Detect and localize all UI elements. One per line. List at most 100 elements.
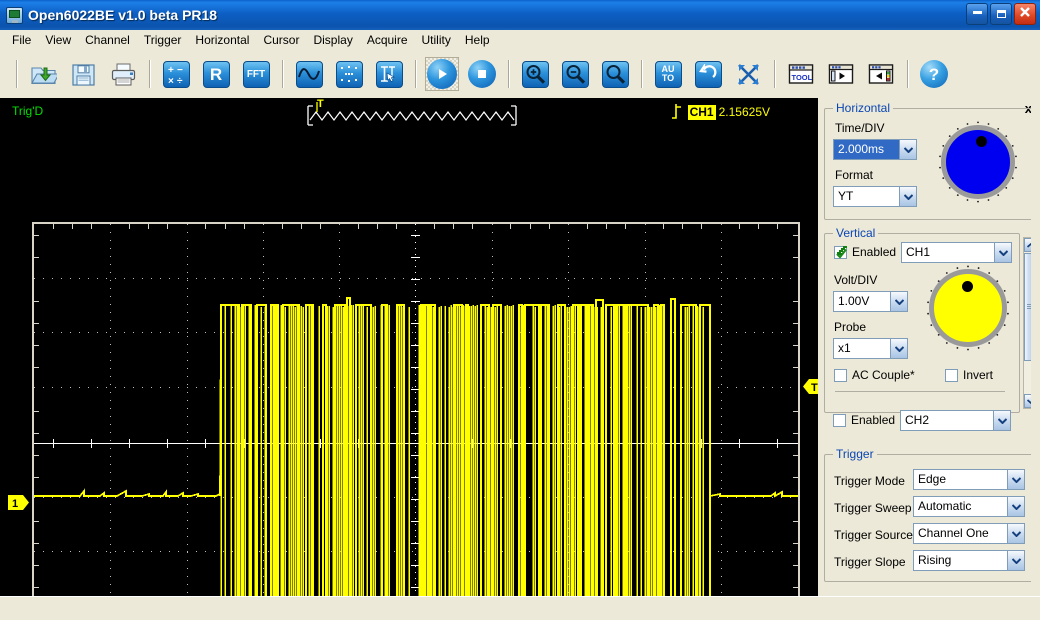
menu-item-channel[interactable]: Channel	[78, 31, 137, 49]
waveform-overview[interactable]: T	[300, 99, 530, 126]
grid-frame-right	[798, 224, 800, 620]
channel-1-ground-marker[interactable]: 1	[8, 494, 30, 511]
panel-right-edge	[1031, 98, 1040, 596]
scope-top-status: Trig'D T CH1 2.15625V	[0, 98, 818, 128]
vertical-group: Vertical Enabled CH1 Volt/DIV 1.00V Prob…	[824, 226, 1020, 413]
horizontal-group: Horizontal Time/DIV 2.000ms Format YT	[824, 101, 1034, 220]
toolbar-separator	[641, 60, 642, 88]
scope-display[interactable]: Trig'D T CH1 2.15625V 1 T	[0, 98, 824, 620]
zoom-reset-icon	[601, 60, 629, 88]
menu-item-horizontal[interactable]: Horizontal	[188, 31, 256, 49]
oscilloscope-app-icon	[6, 6, 23, 24]
help-button[interactable]: ?	[917, 57, 951, 91]
channel-tag[interactable]: CH1	[687, 104, 716, 120]
probe-label: Probe	[834, 320, 867, 334]
dots-display-button[interactable]	[332, 57, 366, 91]
chevron-down-icon[interactable]	[1007, 470, 1024, 489]
svg-text:−: −	[177, 65, 183, 76]
chevron-down-icon[interactable]	[899, 187, 916, 206]
time-div-combo[interactable]: 2.000ms	[833, 139, 917, 160]
invert-checkbox[interactable]	[945, 368, 958, 382]
menu-item-acquire[interactable]: Acquire	[360, 31, 415, 49]
undo-button[interactable]	[691, 57, 725, 91]
menu-item-cursor[interactable]: Cursor	[256, 31, 306, 49]
stop-icon	[468, 60, 496, 88]
chevron-down-icon[interactable]	[899, 140, 916, 159]
volt-div-combo[interactable]: 1.00V	[833, 291, 908, 312]
panel-right-button[interactable]	[864, 57, 898, 91]
ch2-select-combo[interactable]: CH2	[900, 410, 1011, 431]
volt-div-knob[interactable]	[927, 265, 1009, 351]
ch1-waveform-trace	[34, 297, 798, 620]
trigger-sweep-combo[interactable]: Automatic	[913, 496, 1025, 517]
menu-item-utility[interactable]: Utility	[415, 31, 458, 49]
menu-item-trigger[interactable]: Trigger	[137, 31, 189, 49]
save-file-button[interactable]	[66, 57, 100, 91]
time-div-knob[interactable]	[939, 121, 1017, 203]
menu-item-help[interactable]: Help	[458, 31, 497, 49]
minimize-button[interactable]	[966, 3, 988, 25]
probe-combo[interactable]: x1	[833, 338, 908, 359]
autoset-button[interactable]: AU TO	[651, 57, 685, 91]
ch1-enabled-row[interactable]: Enabled	[834, 245, 896, 259]
chevron-down-icon[interactable]	[1007, 497, 1024, 516]
reference-icon: R	[202, 60, 230, 88]
ch1-enabled-checkbox[interactable]	[834, 245, 847, 259]
ac-couple-row[interactable]: AC Couple*	[834, 368, 915, 382]
cursor-measure-button[interactable]	[372, 57, 406, 91]
chevron-down-icon[interactable]	[994, 243, 1011, 262]
svg-text:T: T	[811, 382, 818, 394]
trigger-mode-label: Trigger Mode	[834, 474, 905, 488]
zoom-in-button[interactable]	[518, 57, 552, 91]
invert-row[interactable]: Invert	[945, 368, 993, 382]
time-div-value: 2.000ms	[834, 140, 899, 159]
trigger-mode-combo[interactable]: Edge	[913, 469, 1025, 490]
trigger-slope-combo[interactable]: Rising	[913, 550, 1025, 571]
toolbar-separator	[282, 60, 283, 88]
reference-button[interactable]: R	[199, 57, 233, 91]
waveform-icon	[295, 60, 323, 88]
ch2-enabled-row[interactable]: Enabled	[833, 413, 895, 427]
restore-button[interactable]	[990, 3, 1012, 25]
chevron-down-icon[interactable]	[993, 411, 1010, 430]
waveform-grid[interactable]	[34, 224, 798, 620]
chevron-down-icon[interactable]	[890, 292, 907, 311]
print-button[interactable]	[106, 57, 140, 91]
menu-item-display[interactable]: Display	[306, 31, 359, 49]
fft-button[interactable]: FFT	[239, 57, 273, 91]
zoom-reset-button[interactable]	[598, 57, 632, 91]
window-title: Open6022BE v1.0 beta PR18	[28, 7, 218, 23]
open-file-icon	[30, 61, 57, 88]
volt-div-label: Volt/DIV	[834, 273, 878, 287]
trigger-source-combo[interactable]: Channel One	[913, 523, 1025, 544]
svg-text:+: +	[168, 65, 174, 76]
format-combo[interactable]: YT	[833, 186, 917, 207]
close-button[interactable]	[1014, 3, 1036, 25]
open-file-button[interactable]	[26, 57, 60, 91]
menu-item-view[interactable]: View	[38, 31, 78, 49]
ac-couple-checkbox[interactable]	[834, 368, 847, 382]
stop-button[interactable]	[465, 57, 499, 91]
expand-button[interactable]	[731, 57, 765, 91]
run-button[interactable]	[425, 57, 459, 91]
zoom-out-button[interactable]	[558, 57, 592, 91]
expand-icon	[735, 61, 762, 88]
menu-item-file[interactable]: File	[5, 31, 38, 49]
tool-window-icon: TOOL	[788, 61, 815, 88]
chevron-down-icon[interactable]	[1007, 551, 1024, 570]
window-titlebar: Open6022BE v1.0 beta PR18	[0, 0, 1040, 30]
panel-left-button[interactable]	[824, 57, 858, 91]
ch1-enabled-label: Enabled	[852, 245, 897, 259]
panel-right-icon	[868, 61, 895, 88]
ch2-enabled-checkbox[interactable]	[833, 413, 846, 427]
tool-window-button[interactable]: TOOL	[784, 57, 818, 91]
math-button[interactable]: + − × ÷	[159, 57, 193, 91]
control-panel: x Horizontal Time/DIV 2.000ms Format YT	[818, 98, 1040, 596]
chevron-down-icon[interactable]	[1007, 524, 1024, 543]
ch1-select-combo[interactable]: CH1	[901, 242, 1012, 263]
math-icon: + − × ÷	[162, 60, 190, 88]
chevron-down-icon[interactable]	[890, 339, 907, 358]
invert-label: Invert	[963, 368, 994, 382]
menubar: File View Channel Trigger Horizontal Cur…	[0, 30, 1040, 50]
waveform-button[interactable]	[292, 57, 326, 91]
